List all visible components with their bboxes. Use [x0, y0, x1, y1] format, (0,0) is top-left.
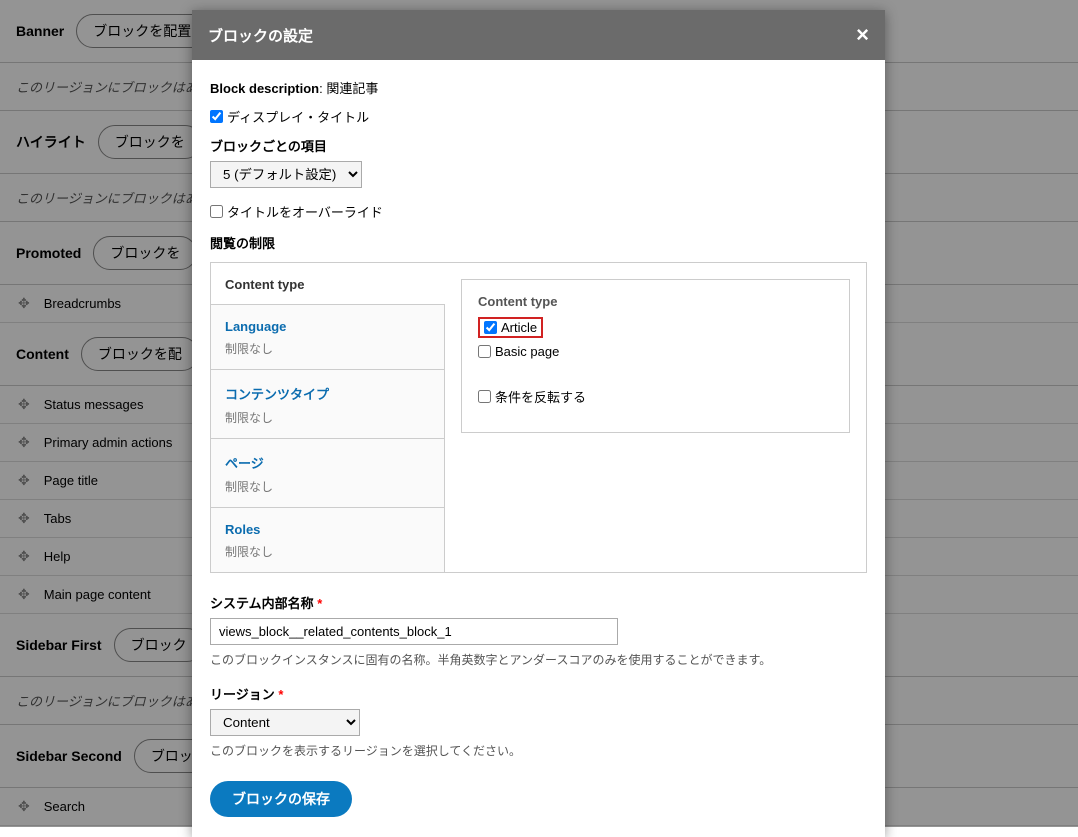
vertical-tabs: Content typeLanguage制限なしコンテンツタイプ制限なしページ制…	[211, 263, 445, 572]
visibility-label: 閲覧の制限	[210, 233, 867, 252]
content-type-fieldset: Content type Article Basic page 条件を反転する	[461, 279, 850, 433]
visibility-section: Content typeLanguage制限なしコンテンツタイプ制限なしページ制…	[210, 262, 867, 573]
content-type-pane: Content type Article Basic page 条件を反転する	[445, 263, 866, 572]
vtab-コンテンツタイプ[interactable]: コンテンツタイプ制限なし	[211, 370, 445, 439]
basic-page-checkbox[interactable]	[478, 345, 491, 358]
modal-header: ブロックの設定 ×	[192, 10, 885, 60]
modal-body: Block description: 関連記事 ディスプレイ・タイトル ブロック…	[192, 60, 885, 837]
required-marker: *	[278, 687, 283, 702]
vtab-summary: 制限なし	[225, 478, 430, 495]
block-description-label: Block description	[210, 81, 319, 96]
save-button[interactable]: ブロックの保存	[210, 781, 352, 817]
content-type-title: Content type	[478, 294, 833, 309]
display-title-label: ディスプレイ・タイトル	[227, 107, 369, 126]
display-title-checkbox[interactable]	[210, 110, 223, 123]
vtab-summary: 制限なし	[225, 543, 430, 560]
negate-row: 条件を反転する	[478, 387, 833, 406]
region-select[interactable]: Content	[210, 709, 360, 736]
negate-label: 条件を反転する	[495, 387, 586, 406]
block-description: Block description: 関連記事	[210, 78, 867, 97]
override-title-checkbox[interactable]	[210, 205, 223, 218]
vtab-roles[interactable]: Roles 制限なし	[211, 508, 445, 572]
region-label: リージョン *	[210, 684, 867, 703]
modal-title: ブロックの設定	[208, 25, 313, 46]
override-title-row: タイトルをオーバーライド	[210, 202, 867, 221]
basic-page-label: Basic page	[495, 344, 559, 359]
vtab-summary: 制限なし	[225, 340, 430, 357]
override-title-label: タイトルをオーバーライド	[227, 202, 383, 221]
items-per-block-select[interactable]: 5 (デフォルト設定)	[210, 161, 362, 188]
vtab-title: Content type	[225, 277, 431, 292]
display-title-row: ディスプレイ・タイトル	[210, 107, 867, 126]
region-help: このブロックを表示するリージョンを選択してください。	[210, 742, 867, 759]
machine-name-help: このブロックインスタンスに固有の名称。半角英数字とアンダースコアのみを使用するこ…	[210, 651, 867, 668]
article-highlight: Article	[478, 317, 543, 338]
vtab-ページ[interactable]: ページ制限なし	[211, 439, 445, 508]
vtab-title: コンテンツタイプ	[225, 384, 430, 403]
vtab-summary: 制限なし	[225, 409, 430, 426]
vtab-title: ページ	[225, 453, 430, 472]
vtab-language[interactable]: Language 制限なし	[211, 305, 445, 370]
basic-page-row: Basic page	[478, 344, 833, 359]
vtab-content-type[interactable]: Content type	[211, 263, 445, 305]
machine-name-field: システム内部名称 * このブロックインスタンスに固有の名称。半角英数字とアンダー…	[210, 593, 867, 668]
region-field: リージョン * Content このブロックを表示するリージョンを選択してくださ…	[210, 684, 867, 759]
vtab-title: Language	[225, 319, 430, 334]
machine-name-input[interactable]	[210, 618, 618, 645]
close-icon[interactable]: ×	[856, 22, 869, 48]
required-marker: *	[317, 596, 322, 611]
items-per-block-label: ブロックごとの項目	[210, 136, 867, 155]
block-settings-modal: ブロックの設定 × Block description: 関連記事 ディスプレイ…	[192, 10, 885, 837]
article-checkbox[interactable]	[484, 321, 497, 334]
negate-checkbox[interactable]	[478, 390, 491, 403]
block-description-value: 関連記事	[326, 81, 378, 96]
machine-name-label: システム内部名称 *	[210, 593, 867, 612]
article-label: Article	[501, 320, 537, 335]
vtab-title: Roles	[225, 522, 430, 537]
